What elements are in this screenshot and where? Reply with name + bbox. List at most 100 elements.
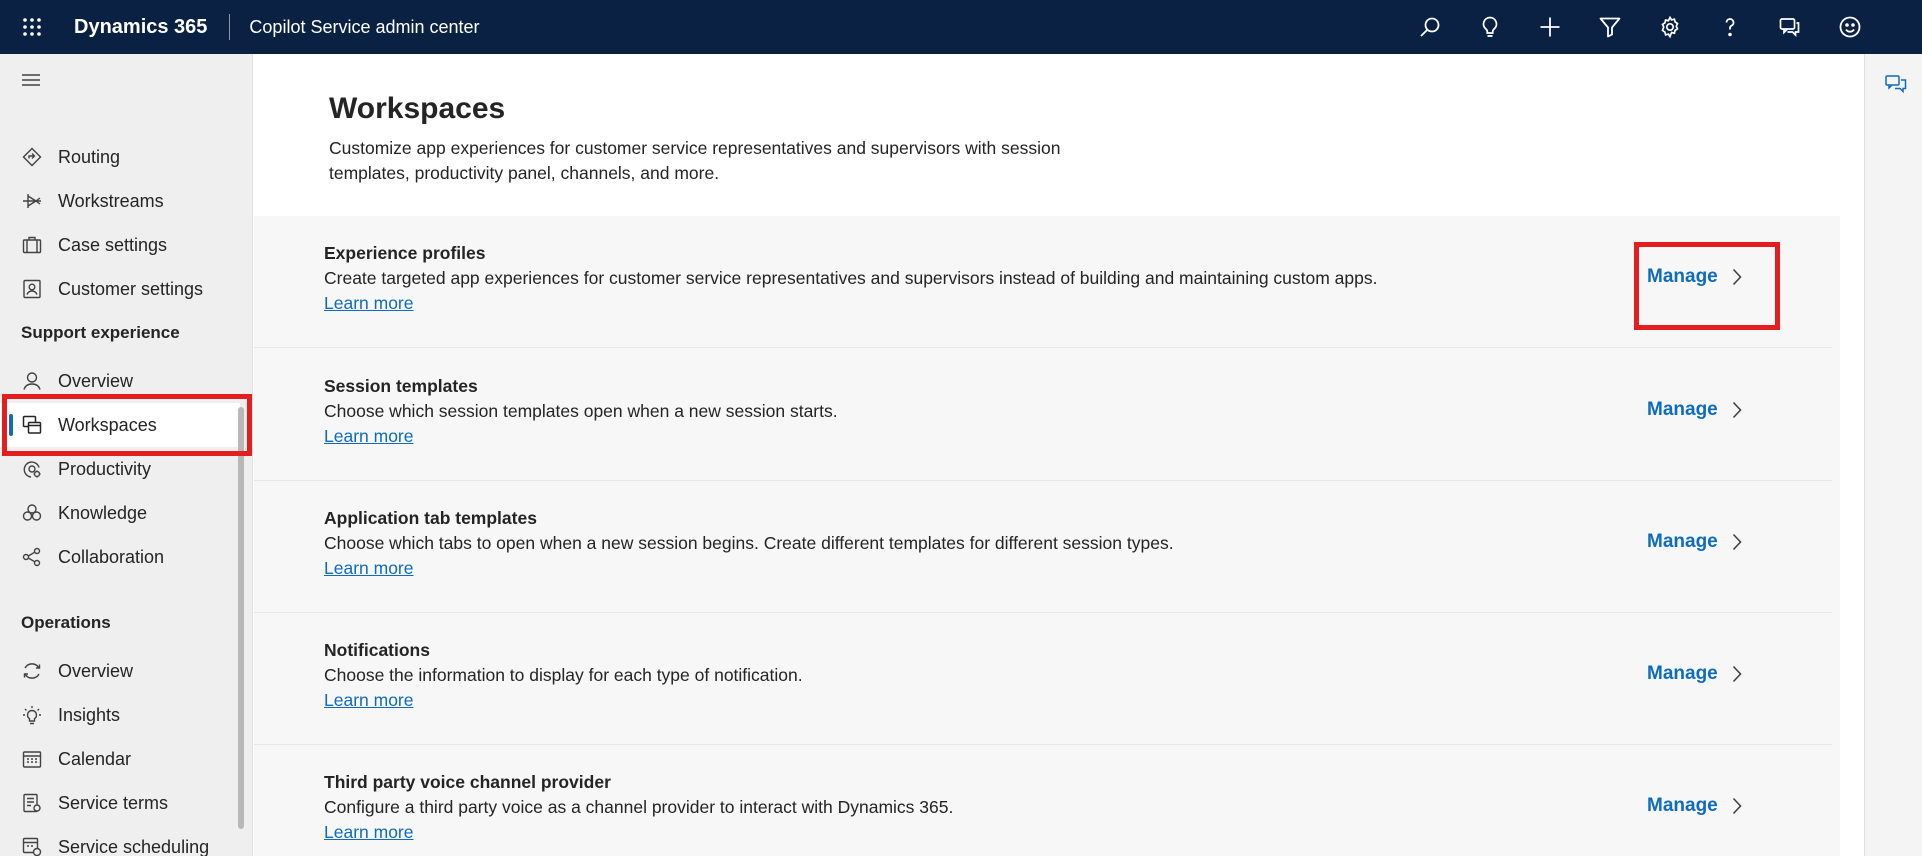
row-title: Third party voice channel provider bbox=[324, 772, 611, 792]
settings-button[interactable] bbox=[1640, 0, 1700, 54]
manage-label: Manage bbox=[1647, 795, 1718, 816]
page-description: Customize app experiences for customer s… bbox=[329, 138, 1061, 183]
chevron-right-icon bbox=[1732, 401, 1742, 419]
manage-button[interactable]: Manage bbox=[1647, 663, 1742, 685]
workstreams-icon bbox=[21, 190, 43, 212]
plus-icon bbox=[1540, 17, 1560, 37]
sidebar-item-case-settings[interactable]: Case settings bbox=[0, 223, 240, 267]
row-description: Choose which session templates open when… bbox=[324, 401, 838, 421]
filter-button[interactable] bbox=[1580, 0, 1640, 54]
workspaces-icon bbox=[21, 414, 43, 436]
sidebar-item-label: Routing bbox=[58, 146, 121, 167]
routing-icon bbox=[21, 146, 43, 168]
settings-row-notifications: Notifications Choose the information to … bbox=[254, 613, 1832, 745]
chevron-right-icon bbox=[1732, 533, 1742, 551]
chat-pane-button[interactable] bbox=[1885, 74, 1907, 99]
nav-scrollbar[interactable] bbox=[238, 407, 244, 829]
overview-person-icon bbox=[21, 370, 43, 392]
account-button[interactable] bbox=[1820, 0, 1880, 54]
search-button[interactable] bbox=[1400, 0, 1460, 54]
main-content: Workspaces Customize app experiences for… bbox=[254, 54, 1840, 856]
sidebar-item-label: Workstreams bbox=[58, 190, 164, 211]
chevron-right-icon bbox=[1732, 797, 1742, 815]
title-divider bbox=[229, 14, 231, 40]
search-icon bbox=[1420, 17, 1440, 37]
learn-more-link[interactable]: Learn more bbox=[324, 426, 414, 447]
settings-row-experience-profiles: Experience profiles Create targeted app … bbox=[254, 216, 1832, 348]
hamburger-icon bbox=[22, 74, 40, 86]
filter-icon bbox=[1599, 17, 1621, 38]
learn-more-link[interactable]: Learn more bbox=[324, 558, 414, 579]
lightbulb-button[interactable] bbox=[1460, 0, 1520, 54]
sidebar-item-label: Insights bbox=[58, 704, 121, 725]
row-title: Experience profiles bbox=[324, 243, 486, 263]
row-title: Session templates bbox=[324, 376, 478, 396]
row-description: Create targeted app experiences for cust… bbox=[324, 268, 1378, 288]
sidebar-item-label: Overview bbox=[58, 370, 134, 391]
sidebar-item-insights[interactable]: Insights bbox=[0, 693, 240, 737]
sidebar-item-service-scheduling[interactable]: Service scheduling bbox=[0, 825, 240, 856]
feedback-button[interactable] bbox=[1760, 0, 1820, 54]
sidebar-item-knowledge[interactable]: Knowledge bbox=[0, 491, 240, 535]
sidebar-item-service-terms[interactable]: Service terms bbox=[0, 781, 240, 825]
chevron-right-icon bbox=[1732, 665, 1742, 683]
top-toolbar bbox=[1400, 0, 1880, 54]
sidebar-item-label: Case settings bbox=[58, 234, 168, 255]
settings-row-session-templates: Session templates Choose which session t… bbox=[254, 349, 1832, 481]
productivity-icon bbox=[21, 458, 43, 480]
service-scheduling-icon bbox=[21, 836, 43, 856]
case-settings-icon bbox=[21, 234, 43, 256]
new-button[interactable] bbox=[1520, 0, 1580, 54]
page-title: Workspaces bbox=[329, 92, 506, 125]
sidebar-item-workspaces[interactable]: Workspaces bbox=[0, 403, 240, 447]
collaboration-icon bbox=[21, 546, 43, 568]
manage-button[interactable]: Manage bbox=[1647, 399, 1742, 421]
manage-label: Manage bbox=[1647, 663, 1718, 684]
calendar-icon bbox=[21, 748, 43, 770]
help-icon bbox=[1725, 18, 1735, 37]
chevron-right-icon bbox=[1732, 268, 1742, 286]
help-button[interactable] bbox=[1700, 0, 1760, 54]
app-title: Copilot Service admin center bbox=[249, 16, 480, 37]
sidebar-item-calendar[interactable]: Calendar bbox=[0, 737, 240, 781]
row-description: Choose the information to display for ea… bbox=[324, 665, 803, 685]
page-header: Workspaces Customize app experiences for… bbox=[254, 54, 1840, 216]
knowledge-icon bbox=[21, 502, 43, 524]
settings-row-third-party-voice-channel-provider: Third party voice channel provider Confi… bbox=[254, 745, 1832, 856]
settings-row-application-tab-templates: Application tab templates Choose which t… bbox=[254, 481, 1832, 613]
row-title: Notifications bbox=[324, 640, 430, 660]
learn-more-link[interactable]: Learn more bbox=[324, 822, 414, 843]
sidebar-item-operations-overview[interactable]: Overview bbox=[0, 649, 240, 693]
row-description: Configure a third party voice as a chann… bbox=[324, 797, 954, 817]
manage-label: Manage bbox=[1647, 531, 1718, 552]
chat-icon bbox=[1885, 75, 1907, 94]
collapse-nav-button[interactable] bbox=[21, 72, 41, 93]
sidebar-item-collaboration[interactable]: Collaboration bbox=[0, 535, 240, 579]
customer-settings-icon bbox=[21, 278, 43, 300]
feedback-icon bbox=[1779, 18, 1800, 38]
sidebar-item-label: Service terms bbox=[58, 792, 169, 813]
left-navigation: Routing Workstreams Case settings Custom… bbox=[0, 54, 253, 856]
smiley-icon bbox=[1839, 16, 1861, 38]
sidebar-item-routing[interactable]: Routing bbox=[0, 135, 240, 179]
sidebar-item-label: Knowledge bbox=[58, 502, 148, 523]
sidebar-item-label: Service scheduling bbox=[58, 836, 210, 856]
manage-button[interactable]: Manage bbox=[1647, 531, 1742, 553]
sidebar-item-label: Overview bbox=[58, 660, 134, 681]
sidebar-item-productivity[interactable]: Productivity bbox=[0, 447, 240, 491]
app-launcher-button[interactable] bbox=[0, 0, 64, 54]
sidebar-item-workstreams[interactable]: Workstreams bbox=[0, 179, 240, 223]
manage-button[interactable]: Manage bbox=[1647, 266, 1742, 288]
sidebar-item-label: Collaboration bbox=[58, 546, 165, 567]
sidebar-item-overview[interactable]: Overview bbox=[0, 359, 240, 403]
sidebar-item-label: Customer settings bbox=[58, 278, 204, 299]
sidebar-item-customer-settings[interactable]: Customer settings bbox=[0, 267, 240, 311]
sidebar-item-label: Productivity bbox=[58, 458, 152, 479]
settings-icon bbox=[1661, 15, 1679, 39]
manage-button[interactable]: Manage bbox=[1647, 795, 1742, 817]
sidebar-item-label: Workspaces bbox=[58, 414, 157, 435]
learn-more-link[interactable]: Learn more bbox=[324, 690, 414, 711]
row-title: Application tab templates bbox=[324, 508, 537, 528]
learn-more-link[interactable]: Learn more bbox=[324, 293, 414, 314]
brand-name[interactable]: Dynamics 365 bbox=[74, 16, 207, 39]
